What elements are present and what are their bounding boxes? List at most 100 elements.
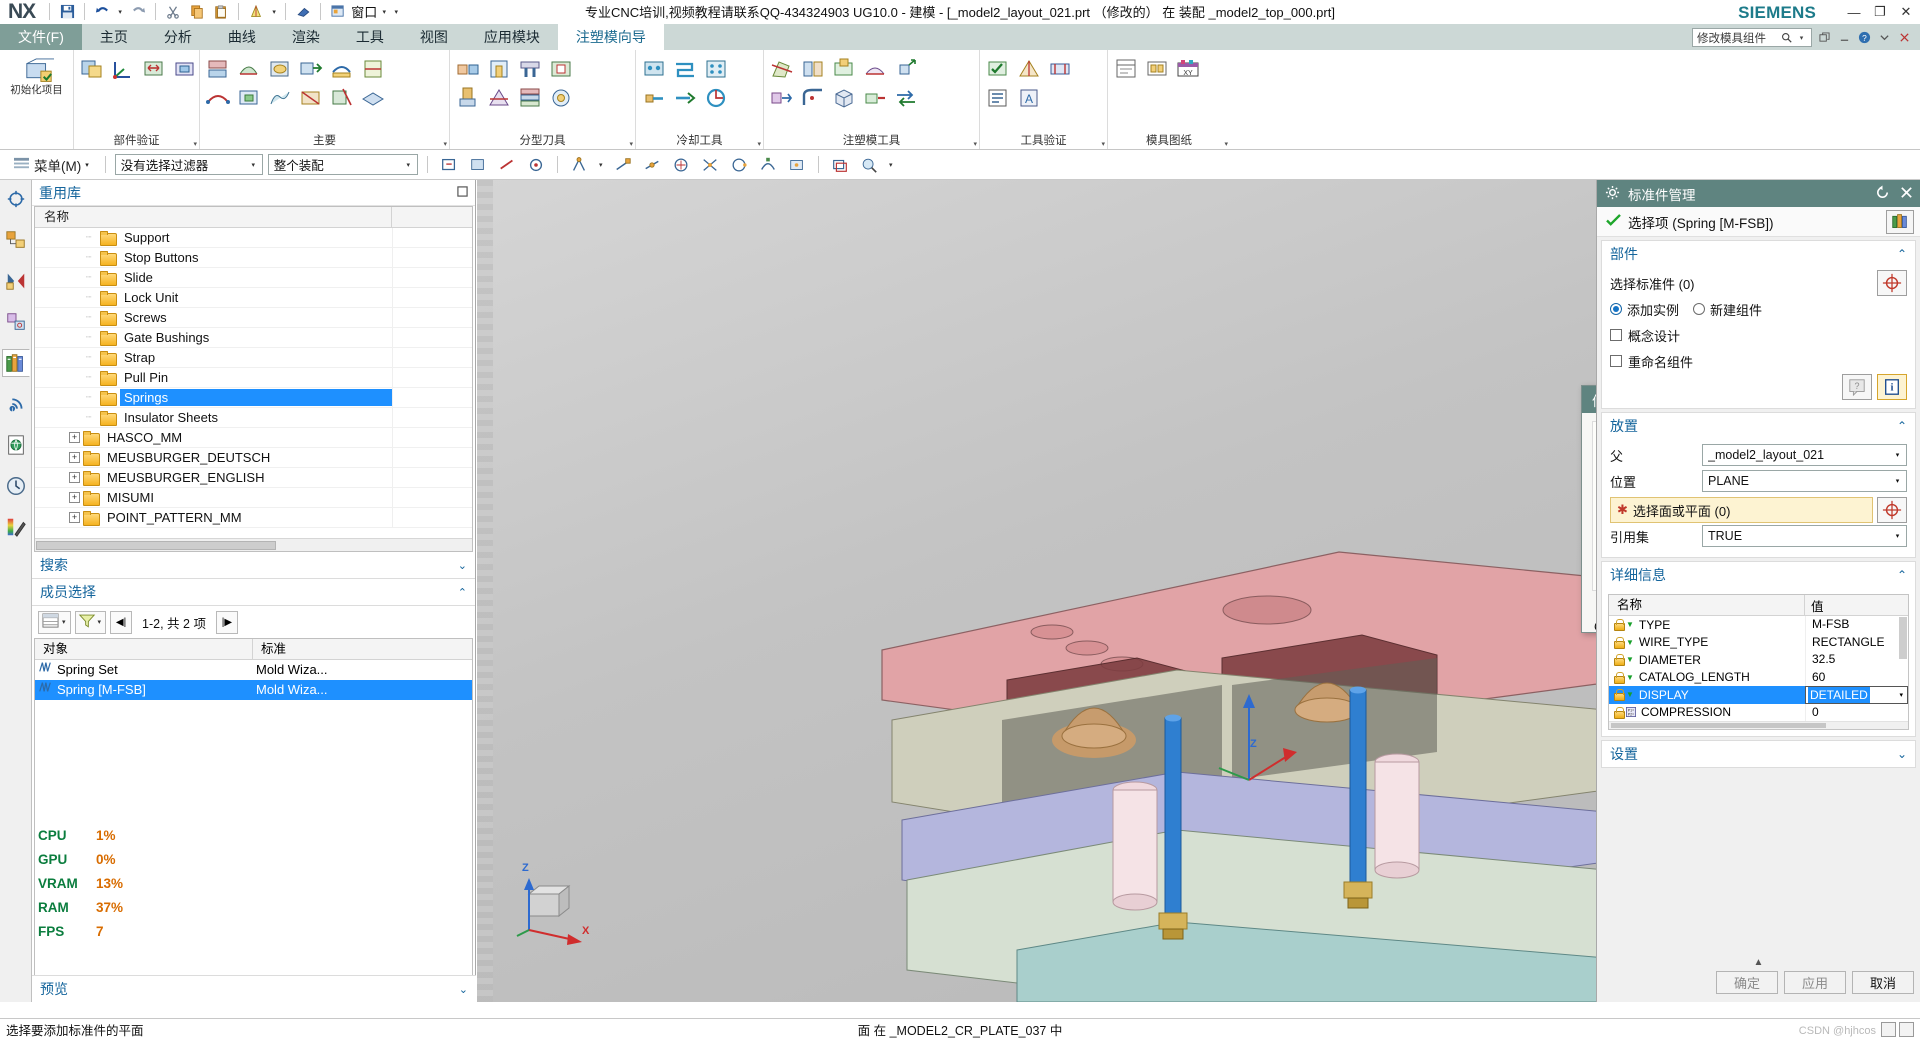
snap-pick-icon[interactable] xyxy=(857,153,881,177)
tab-tools[interactable]: 工具 xyxy=(338,24,402,50)
placement-group-header[interactable]: 放置 ⌃ xyxy=(1602,413,1915,439)
multi-cavity-icon[interactable] xyxy=(77,55,107,83)
parting-surface-icon[interactable] xyxy=(358,84,388,112)
detail-row[interactable]: ▼ DIAMETER 32.5 xyxy=(1609,651,1908,669)
tree-row[interactable]: ┈ Insulator Sheets xyxy=(35,408,472,428)
chevron-down-icon[interactable]: ▾ xyxy=(1889,451,1906,459)
window-menu-label[interactable]: 窗口 xyxy=(351,2,377,21)
member-select-header[interactable]: 成员选择 ⌃ xyxy=(32,579,475,606)
detail-row-value[interactable]: RECTANGLE xyxy=(1805,633,1908,651)
trim-mold-icon[interactable] xyxy=(484,84,514,112)
cooling-tools-expand-icon[interactable]: ▾ xyxy=(757,140,761,148)
member-row[interactable]: Spring Set Mold Wiza... xyxy=(35,660,472,680)
snap-more-caret-icon[interactable]: ▾ xyxy=(886,161,896,169)
check-draft-icon[interactable] xyxy=(1014,55,1044,83)
search-icon[interactable] xyxy=(1779,30,1794,45)
box-icon[interactable] xyxy=(829,84,859,112)
snap-center-icon[interactable] xyxy=(669,153,693,177)
chevron-up-icon[interactable]: ⌃ xyxy=(1897,247,1907,261)
check-thickness-icon[interactable] xyxy=(1045,55,1075,83)
info-icon[interactable]: i xyxy=(1877,374,1907,400)
cut-icon[interactable] xyxy=(162,2,184,22)
extract-region-icon[interactable] xyxy=(296,55,326,83)
minimize-icon[interactable] xyxy=(1837,30,1852,45)
standard-part-icon[interactable] xyxy=(515,55,545,83)
snap-point-icon[interactable] xyxy=(567,153,591,177)
chevron-down-icon[interactable]: ▾ xyxy=(1889,477,1906,485)
parent-combo[interactable]: _model2_layout_021 ▾ xyxy=(1702,444,1907,466)
initialize-project-button[interactable]: 初始化项目 xyxy=(4,55,70,99)
radio-new-component[interactable]: 新建组件 xyxy=(1693,300,1762,319)
snap-intersection-icon[interactable] xyxy=(698,153,722,177)
selection-scope-combo[interactable]: 整个装配 ▾ xyxy=(267,154,418,175)
snap-end-icon[interactable] xyxy=(611,153,635,177)
surface-patch-icon[interactable] xyxy=(265,84,295,112)
preview-section-header[interactable]: 预览 ⌄ xyxy=(32,975,476,1002)
reset-icon[interactable] xyxy=(1875,184,1890,203)
constraint-navigator-icon[interactable] xyxy=(2,226,30,254)
cooling-circuit-icon[interactable] xyxy=(670,55,700,83)
lock-icon[interactable] xyxy=(1613,619,1625,632)
tool-validation-expand-icon[interactable]: ▾ xyxy=(1101,140,1105,148)
component-drawing-icon[interactable] xyxy=(1142,55,1172,83)
mold-parting-icon[interactable] xyxy=(327,55,357,83)
tab-render[interactable]: 渲染 xyxy=(274,24,338,50)
trim-solid-icon[interactable] xyxy=(767,55,797,83)
history-icon[interactable] xyxy=(2,472,30,500)
create-patch-icon[interactable] xyxy=(234,84,264,112)
checkbox-concept-design-row[interactable]: 概念设计 xyxy=(1610,322,1907,348)
hd3d-tools-icon[interactable]: i xyxy=(2,390,30,418)
part-validation-expand-icon[interactable]: ▾ xyxy=(193,140,197,148)
detail-row-value[interactable]: DETAILED ▾ xyxy=(1805,686,1908,704)
graphics-viewport[interactable]: Z Z X 信息 ✕ xyxy=(477,180,1596,1002)
collapse-panel-icon[interactable]: ▲ xyxy=(1603,954,1914,971)
qat-more-caret-icon[interactable]: ▾ xyxy=(391,8,401,16)
workpiece-icon[interactable] xyxy=(170,55,200,83)
slider-lifter-icon[interactable] xyxy=(453,55,483,83)
part-navigator-icon[interactable] xyxy=(2,267,30,295)
parting-tools-expand-icon[interactable]: ▾ xyxy=(629,140,633,148)
cooling-connector-icon[interactable] xyxy=(639,84,669,112)
chevron-down-icon[interactable]: ⌄ xyxy=(458,559,467,572)
pocket-icon[interactable] xyxy=(546,55,576,83)
first-page-button[interactable]: ◀| xyxy=(110,610,133,634)
snap-control-point-icon[interactable] xyxy=(756,153,780,177)
lock-icon[interactable] xyxy=(1613,689,1625,702)
tree-row[interactable]: + MISUMI xyxy=(35,488,472,508)
chevron-up-icon[interactable]: ⌃ xyxy=(458,586,467,599)
tree-hscrollbar[interactable] xyxy=(35,538,472,551)
edge-patch2-icon[interactable] xyxy=(860,55,890,83)
select-single-icon[interactable] xyxy=(437,153,461,177)
redo-icon[interactable] xyxy=(127,2,149,22)
tree-row[interactable]: + MEUSBURGER_DEUTSCH xyxy=(35,448,472,468)
sub-insert-icon[interactable] xyxy=(484,55,514,83)
chevron-down-icon[interactable]: ▾ xyxy=(245,161,262,169)
minimize-button[interactable]: — xyxy=(1846,5,1862,20)
search-section-header[interactable]: 搜索 ⌄ xyxy=(32,552,475,579)
select-face-target-icon[interactable] xyxy=(1877,497,1907,523)
checkbox-rename-component-row[interactable]: 重命名组件 xyxy=(1610,348,1907,374)
detail-vscrollbar[interactable] xyxy=(1899,617,1907,659)
window-menu-caret-icon[interactable]: ▾ xyxy=(379,8,389,16)
detail-hscrollbar[interactable] xyxy=(1609,721,1908,729)
radio-add-instance[interactable]: 添加实例 xyxy=(1610,300,1679,319)
chevron-down-icon[interactable]: ▾ xyxy=(1899,687,1907,703)
close-button[interactable]: ✕ xyxy=(1898,4,1914,20)
select-face-warning[interactable]: ✱ 选择面或平面 (0) xyxy=(1610,497,1873,523)
tree-row[interactable]: ┈ Springs xyxy=(35,388,472,408)
cancel-button[interactable]: 取消 xyxy=(1852,971,1914,994)
apply-button[interactable]: 应用 xyxy=(1784,971,1846,994)
chevron-up-icon[interactable]: ⌃ xyxy=(1897,419,1907,433)
tree-row[interactable]: ┈ Gate Bushings xyxy=(35,328,472,348)
tree-row[interactable]: + HASCO_MM xyxy=(35,428,472,448)
lock-icon[interactable] xyxy=(1613,706,1625,719)
reuse-library-icon[interactable] xyxy=(1886,209,1914,234)
tab-analysis[interactable]: 分析 xyxy=(146,24,210,50)
mold-part-validation-icon[interactable] xyxy=(983,84,1013,112)
check-region-icon[interactable] xyxy=(983,55,1013,83)
filter-button[interactable]: ▾ xyxy=(74,610,107,634)
part-group-header[interactable]: 部件 ⌃ xyxy=(1602,241,1915,267)
tree-expander-icon[interactable]: + xyxy=(69,492,80,503)
detail-group-header[interactable]: 详细信息 ⌃ xyxy=(1602,562,1915,588)
trim-region-icon[interactable] xyxy=(327,84,357,112)
